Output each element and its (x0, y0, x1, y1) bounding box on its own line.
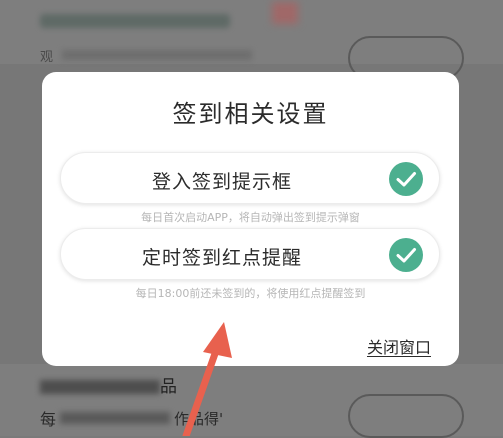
option-description: 每日首次启动APP，将自动弹出签到提示弹窗 (141, 211, 360, 224)
check-circle-icon[interactable] (389, 162, 423, 196)
background-action-button-bottom (348, 394, 464, 438)
blurred-section-title (40, 380, 160, 394)
close-window-link[interactable]: 关闭窗口 (367, 334, 431, 358)
background-sub-label: 观 (40, 50, 54, 65)
check-circle-icon[interactable] (389, 238, 423, 272)
option-red-dot-reminder[interactable]: 定时签到红点提醒 (60, 228, 440, 280)
background-row-char: 每 (40, 410, 57, 429)
blurred-title (40, 14, 230, 28)
sign-in-settings-dialog: 签到相关设置 登入签到提示框 每日首次启动APP，将自动弹出签到提示弹窗 定时签… (42, 72, 459, 366)
background-section-char: 品 (160, 377, 177, 397)
dialog-title: 签到相关设置 (172, 100, 329, 128)
blurred-badge (272, 2, 298, 24)
background-row-text: 作品得' (174, 410, 224, 428)
option-label: 定时签到红点提醒 (141, 247, 302, 269)
background-card-top: 观 (0, 0, 503, 80)
blurred-row-text (60, 412, 170, 424)
option-sign-in-prompt[interactable]: 登入签到提示框 (60, 152, 440, 204)
option-description: 每日18:00前还未签到的，将使用红点提醒签到 (135, 287, 366, 300)
option-label: 登入签到提示框 (151, 171, 292, 193)
blurred-subtitle (62, 50, 252, 60)
